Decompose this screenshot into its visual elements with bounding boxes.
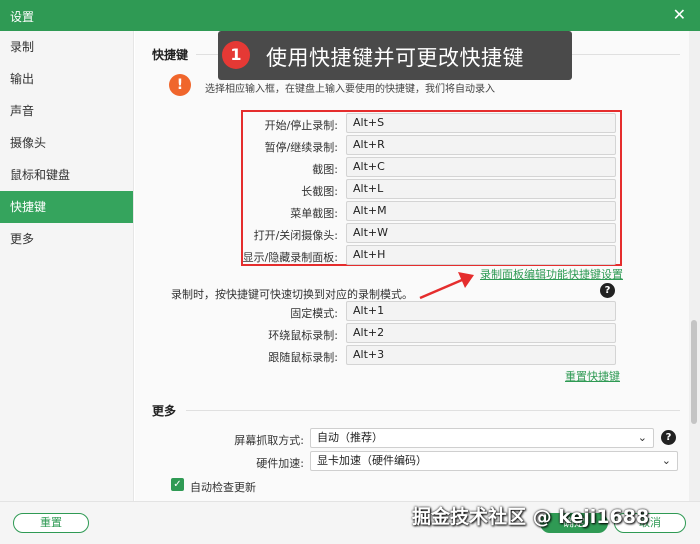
sidebar-item-camera[interactable]: 摄像头: [0, 127, 133, 159]
hardware-acceleration-select[interactable]: 显卡加速（硬件编码） ⌄: [310, 451, 678, 471]
window-title: 设置: [10, 10, 35, 24]
reset-shortcuts-link[interactable]: 重置快捷键: [565, 368, 620, 384]
panel-shortcut-settings-link[interactable]: 录制面板编辑功能快捷键设置: [480, 266, 623, 282]
shortcut-label: 暂停/继续录制:: [264, 141, 338, 154]
callout-annotation: 1 使用快捷键并可更改快捷键: [218, 31, 572, 80]
shortcut-label: 显示/隐藏录制面板:: [242, 251, 338, 264]
title-bar: 设置 ✕: [0, 0, 700, 31]
sidebar-item-mouse-keyboard[interactable]: 鼠标和键盘: [0, 159, 133, 191]
callout-text: 使用快捷键并可更改快捷键: [266, 46, 524, 70]
section-divider: [186, 410, 680, 411]
sidebar-item-output[interactable]: 输出: [0, 63, 133, 95]
mode-field-fixed[interactable]: Alt+1: [346, 301, 616, 321]
scrollbar-track: [689, 31, 700, 501]
step-number-badge: 1: [222, 41, 250, 69]
mode-label: 环绕鼠标录制:: [268, 329, 338, 342]
close-icon[interactable]: ✕: [673, 5, 686, 25]
shortcut-field-camera[interactable]: Alt+W: [346, 223, 616, 243]
shortcut-label: 开始/停止录制:: [264, 119, 338, 132]
sidebar-item-shortcuts[interactable]: 快捷键: [0, 191, 133, 223]
shortcut-field-start-stop[interactable]: Alt+S: [346, 113, 616, 133]
shortcut-label: 打开/关闭摄像头:: [253, 229, 338, 242]
mode-label: 固定模式:: [290, 307, 338, 320]
reset-button[interactable]: 重置: [13, 513, 89, 533]
sidebar: 录制 输出 声音 摄像头 鼠标和键盘 快捷键 更多: [0, 31, 134, 501]
shortcut-field-long-screenshot[interactable]: Alt+L: [346, 179, 616, 199]
chevron-down-icon: ⌄: [637, 431, 647, 444]
auto-update-checkbox[interactable]: ✓: [171, 478, 184, 491]
mode-hint: 录制时，按快捷键可快速切换到对应的录制模式。: [171, 288, 413, 301]
hardware-acceleration-label: 硬件加速:: [256, 457, 304, 470]
capture-method-value: 自动（推荐）: [317, 431, 383, 444]
sidebar-item-audio[interactable]: 声音: [0, 95, 133, 127]
hardware-acceleration-value: 显卡加速（硬件编码）: [317, 454, 427, 467]
help-icon[interactable]: ?: [600, 283, 615, 298]
shortcuts-section-title: 快捷键: [152, 48, 189, 62]
help-icon[interactable]: ?: [661, 430, 676, 445]
mode-label: 跟随鼠标录制:: [268, 351, 338, 364]
chevron-down-icon: ⌄: [661, 454, 671, 467]
watermark-text: 掘金技术社区 @ keji1688: [412, 506, 650, 528]
capture-method-select[interactable]: 自动（推荐） ⌄: [310, 428, 654, 448]
more-section-title: 更多: [152, 404, 177, 418]
shortcut-field-menu-screenshot[interactable]: Alt+M: [346, 201, 616, 221]
shortcut-field-pause-resume[interactable]: Alt+R: [346, 135, 616, 155]
shortcut-field-panel[interactable]: Alt+H: [346, 245, 616, 265]
shortcut-hint: 选择相应输入框，在键盘上输入要使用的快捷键，我们将自动录入: [205, 84, 495, 95]
shortcut-label: 截图:: [312, 163, 338, 176]
auto-update-label: 自动检查更新: [190, 481, 256, 494]
sidebar-item-more[interactable]: 更多: [0, 223, 133, 255]
scrollbar-thumb[interactable]: [691, 320, 697, 424]
capture-method-label: 屏幕抓取方式:: [234, 434, 304, 447]
mode-field-follow-mouse[interactable]: Alt+3: [346, 345, 616, 365]
shortcut-field-screenshot[interactable]: Alt+C: [346, 157, 616, 177]
warning-icon: !: [169, 74, 191, 96]
sidebar-item-record[interactable]: 录制: [0, 31, 133, 63]
shortcut-label: 长截图:: [301, 185, 338, 198]
shortcut-label: 菜单截图:: [290, 207, 338, 220]
mode-field-around-mouse[interactable]: Alt+2: [346, 323, 616, 343]
